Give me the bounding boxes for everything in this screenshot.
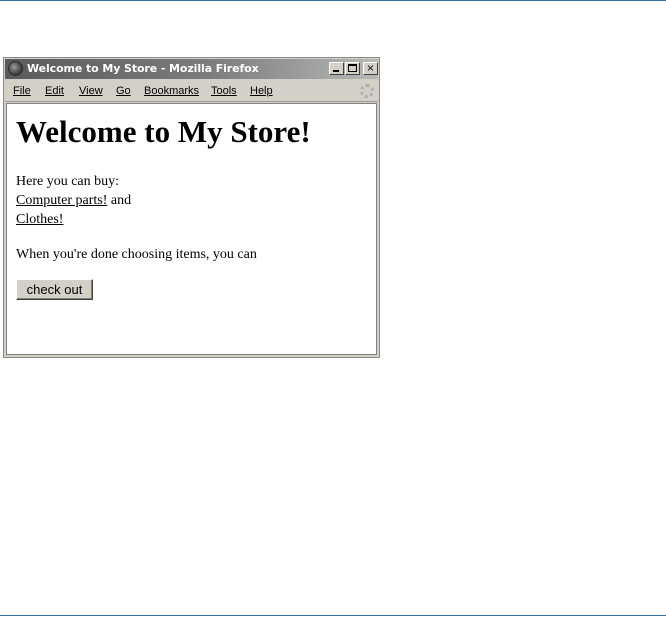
firefox-icon (8, 61, 23, 76)
maximize-button[interactable] (345, 62, 360, 75)
and-text: and (107, 193, 132, 208)
menu-bookmarks[interactable]: Bookmarks (144, 85, 199, 97)
menu-help[interactable]: Help (250, 85, 273, 97)
intro-text: Here you can buy: (16, 174, 120, 189)
menu-tools[interactable]: Tools (211, 85, 237, 97)
window-title: Welcome to My Store - Mozilla Firefox (27, 62, 259, 75)
menu-edit[interactable]: Edit (45, 85, 64, 97)
close-icon: × (366, 63, 375, 74)
menu-view[interactable]: View (79, 85, 103, 97)
minimize-icon (333, 70, 339, 72)
links-line-2: Clothes! (16, 212, 63, 228)
done-text: When you're done choosing items, you can (16, 247, 257, 262)
page-heading: Welcome to My Store! (16, 114, 311, 149)
menu-bar: File Edit View Go Bookmarks Tools Help (5, 80, 378, 102)
maximize-icon (348, 64, 357, 72)
close-button[interactable]: × (363, 62, 378, 75)
top-rule (0, 0, 666, 1)
bottom-rule (0, 615, 666, 616)
computer-parts-link[interactable]: Computer parts! (16, 193, 107, 208)
menu-go[interactable]: Go (116, 85, 131, 97)
links-line: Computer parts! and (16, 193, 131, 209)
title-bar[interactable]: Welcome to My Store - Mozilla Firefox × (5, 59, 378, 79)
firefox-window: Welcome to My Store - Mozilla Firefox × … (3, 57, 380, 358)
menu-file[interactable]: File (13, 85, 31, 97)
minimize-button[interactable] (329, 62, 344, 75)
page-content: Welcome to My Store! Here you can buy: C… (6, 103, 377, 355)
throbber-icon (360, 84, 374, 98)
check-out-button[interactable]: check out (16, 279, 93, 300)
clothes-link[interactable]: Clothes! (16, 212, 63, 227)
